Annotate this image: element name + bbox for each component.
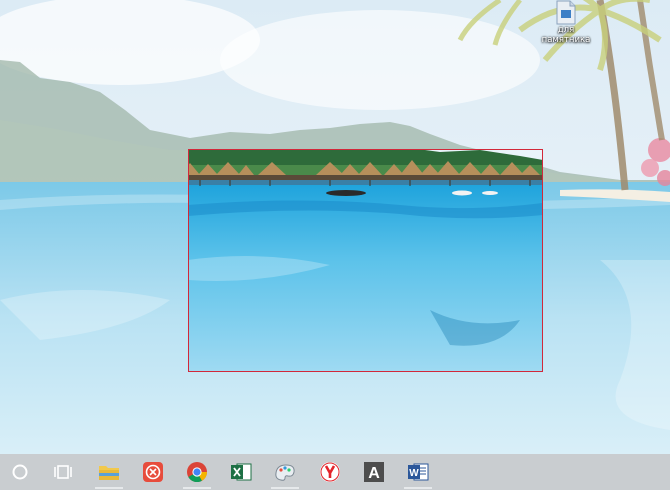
chrome-button[interactable] bbox=[177, 454, 217, 490]
red-app-button[interactable] bbox=[133, 454, 173, 490]
taskbar: A W bbox=[0, 454, 670, 490]
paint-app-button[interactable] bbox=[265, 454, 305, 490]
desktop: для памятника bbox=[0, 0, 670, 454]
task-view-button[interactable] bbox=[43, 454, 83, 490]
paint-icon bbox=[275, 464, 295, 481]
circle-icon bbox=[12, 464, 28, 480]
word-button[interactable]: W bbox=[398, 454, 438, 490]
cortana-search-button[interactable] bbox=[0, 454, 40, 490]
snip-selection-frame[interactable] bbox=[188, 149, 543, 372]
excel-button[interactable] bbox=[221, 454, 261, 490]
yandex-browser-button[interactable] bbox=[310, 454, 350, 490]
font-app-button[interactable]: A bbox=[354, 454, 394, 490]
running-indicator bbox=[271, 487, 299, 489]
task-view-icon bbox=[54, 465, 72, 479]
desktop-icon-label-line1: для bbox=[557, 25, 575, 35]
yandex-icon bbox=[320, 462, 340, 482]
svg-text:A: A bbox=[368, 465, 380, 482]
running-indicator bbox=[404, 487, 432, 489]
folder-icon bbox=[99, 466, 119, 480]
word-icon: W bbox=[408, 463, 429, 481]
desktop-file-icon[interactable]: для памятника bbox=[534, 0, 598, 58]
chrome-icon bbox=[187, 462, 208, 483]
document-icon bbox=[556, 0, 576, 25]
red-x-circle-icon bbox=[143, 462, 163, 482]
running-indicator bbox=[183, 487, 211, 489]
excel-icon bbox=[231, 463, 252, 481]
running-indicator bbox=[95, 487, 123, 489]
svg-text:W: W bbox=[409, 468, 419, 479]
file-explorer-button[interactable] bbox=[89, 454, 129, 490]
letter-a-icon: A bbox=[364, 462, 384, 482]
desktop-icon-label-line2: памятника bbox=[541, 35, 591, 45]
